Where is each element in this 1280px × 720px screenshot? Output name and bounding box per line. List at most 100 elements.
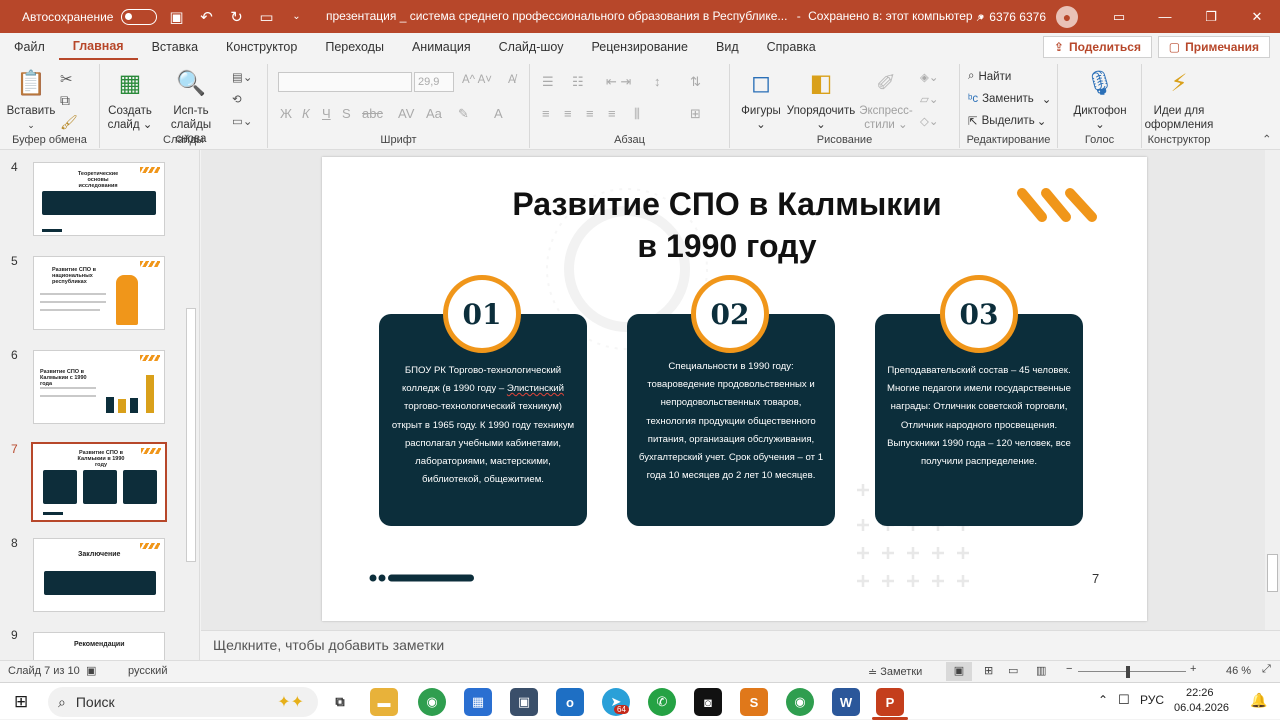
align-right-icon[interactable]: ≡ xyxy=(586,106,594,121)
tab-review[interactable]: Рецензирование xyxy=(577,33,702,60)
reading-view-icon[interactable]: ▭ xyxy=(1008,664,1018,677)
notes-toggle-button[interactable]: ≐ Заметки xyxy=(868,663,922,681)
thumbnail-slide-8[interactable]: Заключение xyxy=(33,538,165,612)
notifications-icon[interactable]: 🔔 xyxy=(1250,692,1267,709)
spellcheck-icon[interactable]: ▣ xyxy=(86,664,96,677)
zoom-level[interactable]: 46 % xyxy=(1226,665,1251,677)
outlook-icon[interactable]: o xyxy=(556,688,584,716)
minimize-icon[interactable]: — xyxy=(1142,0,1188,33)
tray-overflow-icon[interactable]: ⌃ xyxy=(1098,693,1108,707)
save-icon[interactable]: ▣ xyxy=(165,6,187,28)
cut-icon[interactable]: ✂ xyxy=(60,70,73,88)
text-direction-icon[interactable]: ⇅ xyxy=(690,74,701,90)
editor-scroll-thumb[interactable] xyxy=(1267,554,1278,592)
customize-icon[interactable]: ⌄ xyxy=(285,6,307,28)
section-icon[interactable]: ▭⌄ xyxy=(232,114,253,128)
editor-scrollbar[interactable] xyxy=(1265,150,1280,630)
thumbnail-slide-9[interactable]: Рекомендации xyxy=(33,632,165,660)
thumbnails-scrollbar[interactable] xyxy=(186,308,196,562)
save-status[interactable]: Сохранено в: этот компьютер xyxy=(808,9,973,23)
comments-button[interactable]: ▢ Примечания xyxy=(1157,36,1270,58)
word-icon[interactable]: W xyxy=(832,688,860,716)
windows-start-icon[interactable]: ⊞ xyxy=(14,692,28,712)
columns-icon[interactable]: ⫼ xyxy=(634,106,640,122)
numbering-icon[interactable]: ☷ xyxy=(572,74,584,90)
font-color-icon[interactable]: A xyxy=(494,106,503,121)
effects-icon[interactable]: ◇⌄ xyxy=(920,114,938,128)
spacing-icon[interactable]: AV xyxy=(398,106,414,121)
chrome-profile-icon[interactable]: ◉ xyxy=(786,688,814,716)
collapse-ribbon-icon[interactable]: ⌃ xyxy=(1262,132,1272,146)
underline-icon[interactable]: Ч xyxy=(322,106,331,121)
tab-insert[interactable]: Вставка xyxy=(138,33,212,60)
thumbnail-slide-4[interactable]: Теоретические основы исследования xyxy=(33,162,165,236)
justify-icon[interactable]: ≡ xyxy=(608,106,616,121)
slideshow-view-icon[interactable]: ▥ xyxy=(1036,664,1046,677)
copy-icon[interactable]: ⧉ xyxy=(60,92,70,109)
outline-icon[interactable]: ▱⌄ xyxy=(920,92,938,106)
slideshow-icon[interactable]: ▭ xyxy=(255,6,277,28)
italic-icon[interactable]: К xyxy=(302,106,310,121)
layout-icon[interactable]: ▤⌄ xyxy=(232,70,253,84)
network-icon[interactable]: ☐ xyxy=(1118,692,1130,708)
clear-format-icon[interactable]: A̸ xyxy=(508,74,516,86)
dictate-button[interactable]: 🎙 Диктофон ⌄ xyxy=(1064,68,1136,132)
font-name-box[interactable] xyxy=(278,72,412,92)
tab-help[interactable]: Справка xyxy=(753,33,830,60)
strike-icon[interactable]: abc xyxy=(362,106,383,121)
task-view-icon[interactable]: ⧉ xyxy=(326,688,354,716)
fill-icon[interactable]: ◈⌄ xyxy=(920,70,938,84)
maximize-icon[interactable]: ❐ xyxy=(1188,0,1234,33)
replace-button[interactable]: ᵇc Заменить ⌄ xyxy=(968,92,1051,106)
indent-icon[interactable]: ⇤ ⇥ xyxy=(606,74,631,90)
zoom-out-icon[interactable]: − xyxy=(1066,663,1072,675)
remote-desktop-icon[interactable]: ▣ xyxy=(510,688,538,716)
select-button[interactable]: ⇱ Выделить ⌄ xyxy=(968,114,1046,128)
highlight-icon[interactable]: ✎ xyxy=(458,106,469,122)
align-center-icon[interactable]: ≡ xyxy=(564,106,572,121)
app-icon[interactable]: ◙ xyxy=(694,688,722,716)
taskbar-search[interactable]: ⌕ Поиск ✦✦ xyxy=(48,687,318,717)
tab-design[interactable]: Конструктор xyxy=(212,33,311,60)
format-painter-icon[interactable]: 🖌 xyxy=(60,114,78,131)
autosave[interactable]: Автосохранение xyxy=(22,8,158,25)
font-size-box[interactable]: 29,9 xyxy=(414,72,454,92)
tab-transitions[interactable]: Переходы xyxy=(311,33,398,60)
whatsapp-icon[interactable]: ✆ xyxy=(648,688,676,716)
zoom-in-icon[interactable]: + xyxy=(1190,663,1196,675)
avatar[interactable]: ● xyxy=(1056,5,1078,28)
language-status[interactable]: русский xyxy=(128,665,167,677)
file-explorer-icon[interactable]: ▬ xyxy=(370,688,398,716)
arrange-button[interactable]: ◧ Упорядочить ⌄ xyxy=(784,68,858,132)
tab-file[interactable]: Файл xyxy=(0,33,59,60)
thumbnail-slide-5[interactable]: Развитие СПО в национальных республиках xyxy=(33,256,165,330)
slide-sorter-icon[interactable]: ⊞ xyxy=(984,664,993,677)
user-name[interactable]: 6376 6376 xyxy=(989,10,1046,24)
design-ideas-button[interactable]: ⚡ Идеи для оформления xyxy=(1142,68,1216,132)
shadow-icon[interactable]: S xyxy=(342,106,351,121)
tab-view[interactable]: Вид xyxy=(702,33,753,60)
grow-font-icon[interactable]: A^ A˅ xyxy=(462,74,492,86)
share-button[interactable]: ⇪ Поделиться xyxy=(1042,36,1152,58)
redo-icon[interactable]: ↻ xyxy=(225,6,247,28)
notes-pane[interactable]: Щелкните, чтобы добавить заметки xyxy=(201,630,1280,660)
powerpoint-icon[interactable]: P xyxy=(876,688,904,716)
case-icon[interactable]: Aa xyxy=(426,106,442,121)
reset-icon[interactable]: ⟲ xyxy=(232,92,242,106)
align-left-icon[interactable]: ≡ xyxy=(542,106,550,121)
close-icon[interactable]: ✕ xyxy=(1234,0,1280,33)
quick-styles-button[interactable]: ✐ Экспресс-стили ⌄ xyxy=(856,68,916,132)
sublime-icon[interactable]: S xyxy=(740,688,768,716)
autosave-toggle[interactable] xyxy=(121,8,158,25)
slide-canvas[interactable]: Развитие СПО в Калмыкии в 1990 году БПОУ… xyxy=(322,157,1147,621)
tab-animations[interactable]: Анимация xyxy=(398,33,485,60)
store-icon[interactable]: ▦ xyxy=(464,688,492,716)
line-spacing-icon[interactable]: ↕ xyxy=(654,74,661,89)
bullets-icon[interactable]: ☰ xyxy=(542,74,554,90)
shapes-button[interactable]: ◻ Фигуры ⌄ xyxy=(738,68,784,132)
clock-time[interactable]: 22:26 xyxy=(1186,687,1214,699)
normal-view-icon[interactable]: ▣ xyxy=(946,662,972,681)
fit-slide-icon[interactable]: ⤢ xyxy=(1262,663,1271,676)
undo-icon[interactable]: ↶ xyxy=(195,6,217,28)
tab-home[interactable]: Главная xyxy=(58,33,138,60)
